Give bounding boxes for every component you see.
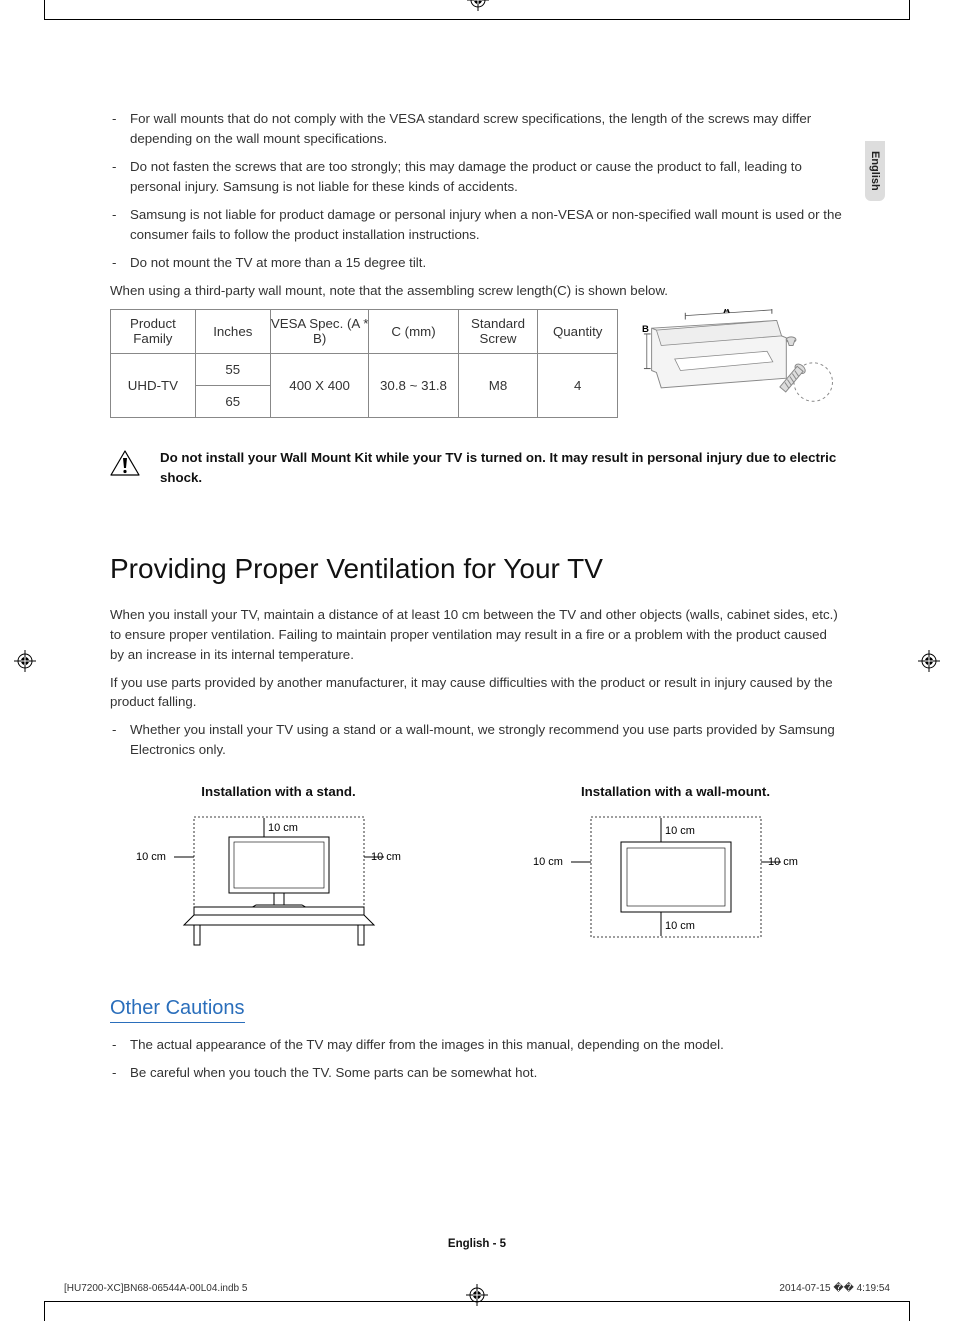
installation-wall-block: Installation with a wall-mount. 10 cm 10… bbox=[531, 784, 821, 957]
col-header: Product Family bbox=[111, 309, 196, 353]
section-heading-other-cautions: Other Cautions bbox=[110, 997, 245, 1023]
cell-vesa: 400 X 400 bbox=[270, 353, 369, 417]
wall-bracket-diagram: A B bbox=[642, 309, 844, 407]
svg-text:10 cm: 10 cm bbox=[533, 856, 563, 868]
svg-text:10 cm: 10 cm bbox=[665, 825, 695, 837]
crop-mark bbox=[909, 0, 910, 19]
cell-inches: 65 bbox=[195, 385, 270, 417]
registration-mark-icon bbox=[14, 650, 36, 672]
svg-text:10 cm: 10 cm bbox=[665, 920, 695, 932]
list-item: Whether you install your TV using a stan… bbox=[130, 720, 844, 760]
installation-wall-title: Installation with a wall-mount. bbox=[581, 784, 770, 799]
list-item: Samsung is not liable for product damage… bbox=[130, 205, 844, 245]
svg-text:10 cm: 10 cm bbox=[136, 851, 166, 863]
svg-text:10 cm: 10 cm bbox=[268, 822, 298, 834]
registration-mark-icon bbox=[467, 0, 489, 11]
other-cautions-list: The actual appearance of the TV may diff… bbox=[110, 1035, 844, 1083]
list-item: Be careful when you touch the TV. Some p… bbox=[130, 1063, 844, 1083]
installation-stand-diagram: 10 cm 10 cm 10 cm bbox=[134, 807, 424, 957]
col-header: Inches bbox=[195, 309, 270, 353]
page-number: English - 5 bbox=[44, 1238, 910, 1250]
svg-text:A: A bbox=[723, 309, 730, 316]
col-header: C (mm) bbox=[369, 309, 458, 353]
registration-mark-icon bbox=[918, 650, 940, 672]
warning-text: Do not install your Wall Mount Kit while… bbox=[160, 448, 844, 489]
cell-product-family: UHD-TV bbox=[111, 353, 196, 417]
table-intro-text: When using a third-party wall mount, not… bbox=[110, 281, 844, 301]
list-item: For wall mounts that do not comply with … bbox=[130, 109, 844, 149]
svg-text:10 cm: 10 cm bbox=[371, 851, 401, 863]
cell-screw: M8 bbox=[458, 353, 538, 417]
installation-stand-title: Installation with a stand. bbox=[201, 784, 355, 799]
language-tab: English bbox=[865, 141, 885, 201]
footer-timestamp: 2014-07-15 �� 4:19:54 bbox=[779, 1283, 890, 1294]
crop-mark bbox=[44, 0, 45, 19]
ventilation-para: When you install your TV, maintain a dis… bbox=[110, 605, 844, 665]
crop-mark bbox=[909, 1302, 910, 1321]
cell-inches: 55 bbox=[195, 353, 270, 385]
page-content: English For wall mounts that do not comp… bbox=[44, 19, 910, 1302]
col-header: Standard Screw bbox=[458, 309, 538, 353]
vesa-spec-table: Product Family Inches VESA Spec. (A * B)… bbox=[110, 309, 618, 418]
registration-mark-icon bbox=[466, 1284, 488, 1306]
crop-mark bbox=[44, 1302, 45, 1321]
warning-icon bbox=[110, 450, 140, 477]
cell-c-mm: 30.8 ~ 31.8 bbox=[369, 353, 458, 417]
list-item: Do not fasten the screws that are too st… bbox=[130, 157, 844, 197]
cell-qty: 4 bbox=[538, 353, 618, 417]
svg-text:10 cm: 10 cm bbox=[768, 856, 798, 868]
col-header: VESA Spec. (A * B) bbox=[270, 309, 369, 353]
list-item: Do not mount the TV at more than a 15 de… bbox=[130, 253, 844, 273]
ventilation-para: If you use parts provided by another man… bbox=[110, 673, 844, 713]
wall-mount-notes-list: For wall mounts that do not comply with … bbox=[110, 109, 844, 273]
list-item: The actual appearance of the TV may diff… bbox=[130, 1035, 844, 1055]
footer-filename: [HU7200-XC]BN68-06544A-00L04.indb 5 bbox=[64, 1283, 247, 1294]
installation-stand-block: Installation with a stand. 10 cm 10 cm 1… bbox=[134, 784, 424, 957]
svg-text:B: B bbox=[642, 324, 649, 335]
section-heading-ventilation: Providing Proper Ventilation for Your TV bbox=[110, 553, 844, 585]
col-header: Quantity bbox=[538, 309, 618, 353]
ventilation-bullet-list: Whether you install your TV using a stan… bbox=[110, 720, 844, 760]
installation-wall-diagram: 10 cm 10 cm 10 cm 10 cm bbox=[531, 807, 821, 957]
